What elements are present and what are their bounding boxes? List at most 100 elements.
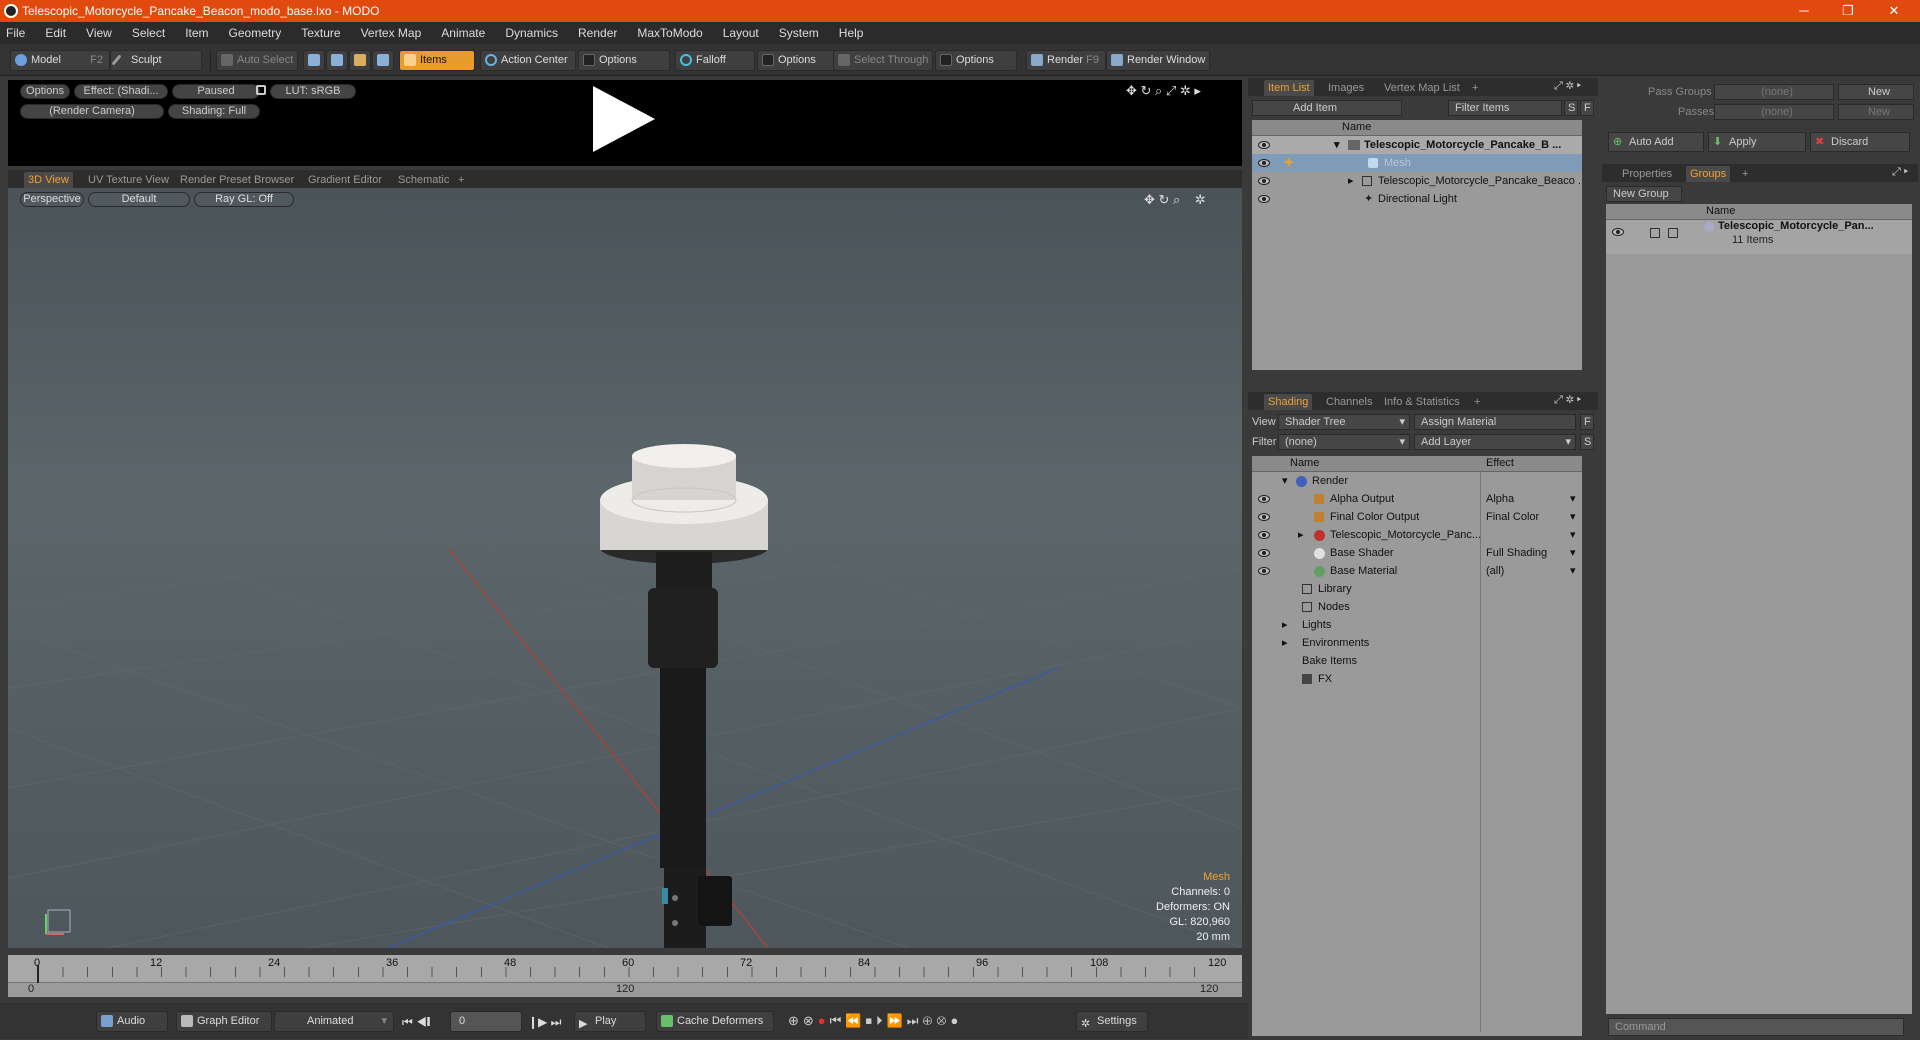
chevron-down-icon[interactable]: ▾ bbox=[1570, 562, 1576, 580]
tree-row[interactable]: ▸ Telescopic_Motorcycle_Pancake_Beaco ..… bbox=[1252, 172, 1582, 190]
new-group-button[interactable]: New Group bbox=[1606, 186, 1682, 202]
tab-3d-view[interactable]: 3D View bbox=[24, 172, 73, 188]
cache-deformers-button[interactable]: Cache Deformers bbox=[656, 1011, 774, 1032]
tree-row[interactable]: ✦ Directional Light bbox=[1252, 190, 1582, 208]
shader-row[interactable]: Alpha Output Alpha ▾ bbox=[1252, 490, 1582, 508]
preview-effect-dropdown[interactable]: Effect: (Shadi... bbox=[74, 84, 168, 99]
preview-paused-toggle[interactable]: Paused bbox=[172, 84, 260, 99]
shader-effect[interactable]: (all) bbox=[1486, 562, 1504, 580]
preview-options-button[interactable]: Options bbox=[20, 84, 70, 99]
chevron-down-icon[interactable]: ▾ bbox=[1570, 544, 1576, 562]
discard-button[interactable]: ✖ Discard bbox=[1810, 132, 1910, 152]
materials-mode-button[interactable] bbox=[372, 50, 394, 71]
menu-geometry[interactable]: Geometry bbox=[229, 26, 282, 40]
expand-arrow-icon[interactable]: ▸ bbox=[1282, 616, 1288, 634]
add-tab-button[interactable]: + bbox=[454, 172, 468, 188]
shader-row[interactable]: Library bbox=[1252, 580, 1582, 598]
default-style-dropdown[interactable]: Default bbox=[88, 192, 190, 207]
tab-shading[interactable]: Shading bbox=[1264, 394, 1313, 410]
animated-dropdown[interactable]: Animated ▾ bbox=[274, 1011, 394, 1032]
visibility-eye-icon[interactable] bbox=[1258, 177, 1270, 185]
tab-uv-texture-view[interactable]: UV Texture View bbox=[84, 172, 173, 188]
select-through-options-button[interactable]: Options bbox=[935, 50, 1017, 71]
expand-arrow-icon[interactable]: ▸ bbox=[1298, 526, 1304, 544]
visibility-eye-icon[interactable] bbox=[1258, 567, 1270, 575]
groups-list[interactable]: Name Telescopic_Motorcycle_Pan... 11 Ite… bbox=[1606, 204, 1912, 1014]
chevron-down-icon[interactable]: ▾ bbox=[1570, 526, 1576, 544]
tab-render-preset-browser[interactable]: Render Preset Browser bbox=[176, 172, 298, 188]
select-through-button[interactable]: Select Through bbox=[833, 50, 933, 71]
menu-item[interactable]: Item bbox=[185, 26, 208, 40]
maximize-button[interactable]: ❐ bbox=[1828, 0, 1868, 22]
playhead[interactable] bbox=[37, 965, 39, 983]
tab-gradient-editor[interactable]: Gradient Editor bbox=[304, 172, 386, 188]
vertices-mode-button[interactable] bbox=[303, 50, 325, 71]
shader-row[interactable]: FX bbox=[1252, 670, 1582, 688]
menu-dynamics[interactable]: Dynamics bbox=[505, 26, 558, 40]
collapse-arrow-icon[interactable]: ▾ bbox=[1334, 136, 1340, 154]
visibility-eye-icon[interactable] bbox=[1258, 549, 1270, 557]
group-row[interactable]: Telescopic_Motorcycle_Pan... 11 Items bbox=[1606, 220, 1912, 254]
tree-row[interactable]: ▾ Telescopic_Motorcycle_Pancake_B ... bbox=[1252, 136, 1582, 154]
timeline[interactable]: 0 12 24 36 48 60 72 84 96 108 120 0 120 … bbox=[8, 955, 1242, 997]
shader-row[interactable]: ▾ Render bbox=[1252, 472, 1582, 490]
visibility-eye-icon[interactable] bbox=[1258, 513, 1270, 521]
audio-button[interactable]: Audio bbox=[96, 1011, 168, 1032]
frame-input[interactable]: 0 bbox=[450, 1011, 522, 1032]
new-pass-button[interactable]: New bbox=[1838, 104, 1914, 120]
filter-dropdown[interactable]: (none) ▾ bbox=[1278, 434, 1410, 450]
beacon-model[interactable] bbox=[600, 444, 768, 948]
close-button[interactable]: ✕ bbox=[1874, 0, 1914, 22]
collapse-arrow-icon[interactable]: ▾ bbox=[1282, 472, 1288, 490]
tab-vertex-map-list[interactable]: Vertex Map List bbox=[1380, 80, 1464, 96]
shading-f-button[interactable]: F bbox=[1580, 414, 1594, 430]
menu-render[interactable]: Render bbox=[578, 26, 617, 40]
menu-animate[interactable]: Animate bbox=[441, 26, 485, 40]
menu-layout[interactable]: Layout bbox=[723, 26, 759, 40]
play-button[interactable]: ▶ Play bbox=[574, 1011, 646, 1032]
transport-back-icons[interactable]: ⏮ ◀❙ bbox=[402, 1015, 430, 1030]
lock-toggle-icon[interactable] bbox=[1668, 228, 1678, 238]
menu-system[interactable]: System bbox=[779, 26, 819, 40]
chevron-down-icon[interactable]: ▾ bbox=[1570, 490, 1576, 508]
add-item-dropdown[interactable]: Add Item bbox=[1252, 100, 1402, 116]
pass-groups-dropdown[interactable]: (none) bbox=[1714, 84, 1834, 100]
menu-view[interactable]: View bbox=[86, 26, 112, 40]
menu-vertex-map[interactable]: Vertex Map bbox=[361, 26, 422, 40]
key-tools-icons[interactable]: ⊕⊗●⏮⏪⏹⏵⏩⏭⊕⊗● bbox=[788, 1013, 962, 1029]
filter-s-button[interactable]: S bbox=[1564, 100, 1578, 116]
visibility-eye-icon[interactable] bbox=[1258, 159, 1270, 167]
command-input[interactable]: Command bbox=[1608, 1018, 1904, 1036]
play-render-icon[interactable] bbox=[593, 86, 655, 152]
add-tab-button[interactable]: + bbox=[1470, 394, 1484, 410]
chevron-down-icon[interactable]: ▾ bbox=[1570, 508, 1576, 526]
shader-effect[interactable]: Final Color bbox=[1486, 508, 1539, 526]
shader-row[interactable]: Base Material (all) ▾ bbox=[1252, 562, 1582, 580]
render-button[interactable]: Render F9 bbox=[1026, 50, 1106, 71]
view-dropdown[interactable]: Shader Tree ▾ bbox=[1278, 414, 1410, 430]
item-list-tree[interactable]: Name ▾ Telescopic_Motorcycle_Pancake_B .… bbox=[1252, 120, 1582, 370]
graph-editor-button[interactable]: Graph Editor bbox=[176, 1011, 272, 1032]
tree-row-selected[interactable]: ✚ Mesh bbox=[1252, 154, 1582, 172]
shader-row[interactable]: Final Color Output Final Color ▾ bbox=[1252, 508, 1582, 526]
perspective-dropdown[interactable]: Perspective bbox=[20, 192, 84, 207]
edges-mode-button[interactable] bbox=[326, 50, 348, 71]
menu-texture[interactable]: Texture bbox=[301, 26, 340, 40]
polygons-mode-button[interactable] bbox=[349, 50, 371, 71]
shading-dropdown[interactable]: Shading: Full bbox=[168, 104, 260, 119]
shader-row[interactable]: Bake Items bbox=[1252, 652, 1582, 670]
tab-properties[interactable]: Properties bbox=[1618, 166, 1676, 182]
add-tab-button[interactable]: + bbox=[1738, 166, 1752, 182]
falloff-button[interactable]: Falloff bbox=[675, 50, 755, 71]
shader-row[interactable]: ▸ Telescopic_Motorcycle_Panc... ▾ bbox=[1252, 526, 1582, 544]
menu-maxtomodo[interactable]: MaxToModo bbox=[637, 26, 702, 40]
render-toggle-icon[interactable] bbox=[1650, 228, 1660, 238]
assign-material-button[interactable]: Assign Material bbox=[1414, 414, 1576, 430]
tab-info-statistics[interactable]: Info & Statistics bbox=[1380, 394, 1464, 410]
3d-viewport[interactable]: Perspective Default Ray GL: Off ✥ ↻ ⌕ ✲ … bbox=[8, 188, 1242, 948]
menu-help[interactable]: Help bbox=[839, 26, 864, 40]
panel-gear-icon[interactable]: ⤢ ✲ ▸ bbox=[1554, 394, 1581, 407]
passes-dropdown[interactable]: (none) bbox=[1714, 104, 1834, 120]
items-mode-button[interactable]: Items bbox=[399, 50, 475, 71]
new-pass-group-button[interactable]: New bbox=[1838, 84, 1914, 100]
